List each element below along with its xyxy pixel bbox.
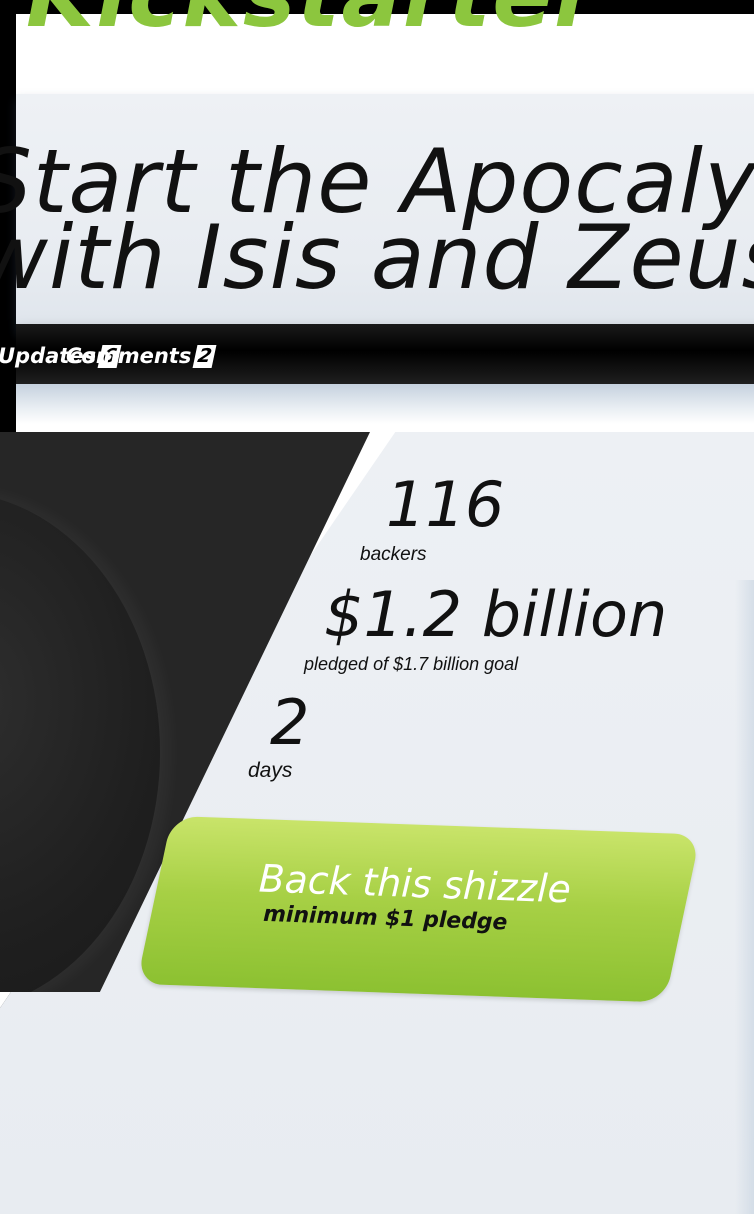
tab-comments-label: Comments <box>66 344 192 368</box>
back-button-subtitle: minimum $1 pledge <box>262 901 508 936</box>
backers-count: 116 <box>386 468 505 541</box>
nav-shadow-divider <box>16 384 754 424</box>
project-title-line-2: with Isis and Zeus!!! <box>0 206 754 309</box>
backers-label: backers <box>360 544 427 565</box>
page-right-shadow <box>735 580 754 1214</box>
screen: Kickstarter Start the Apocalypse with Is… <box>0 0 754 1214</box>
project-title-banner: Start the Apocalypse with Isis and Zeus!… <box>0 94 754 330</box>
back-project-button[interactable]: Back this shizzle minimum $1 pledge <box>136 816 701 1003</box>
project-nav-bar: Updates 6 Comments 2 <box>0 324 754 384</box>
tab-comments[interactable]: Comments 2 <box>66 344 218 368</box>
pledged-goal-label: pledged of $1.7 billion goal <box>304 654 519 674</box>
video-thumbnail <box>0 492 160 992</box>
back-button-title: Back this shizzle <box>258 856 572 912</box>
pledged-amount: $1.2 billion <box>324 578 668 651</box>
days-remaining-label: days <box>248 759 293 782</box>
comments-count-badge: 2 <box>192 344 218 368</box>
site-logo[interactable]: Kickstarter <box>26 0 599 47</box>
days-remaining-count: 2 <box>270 686 310 759</box>
